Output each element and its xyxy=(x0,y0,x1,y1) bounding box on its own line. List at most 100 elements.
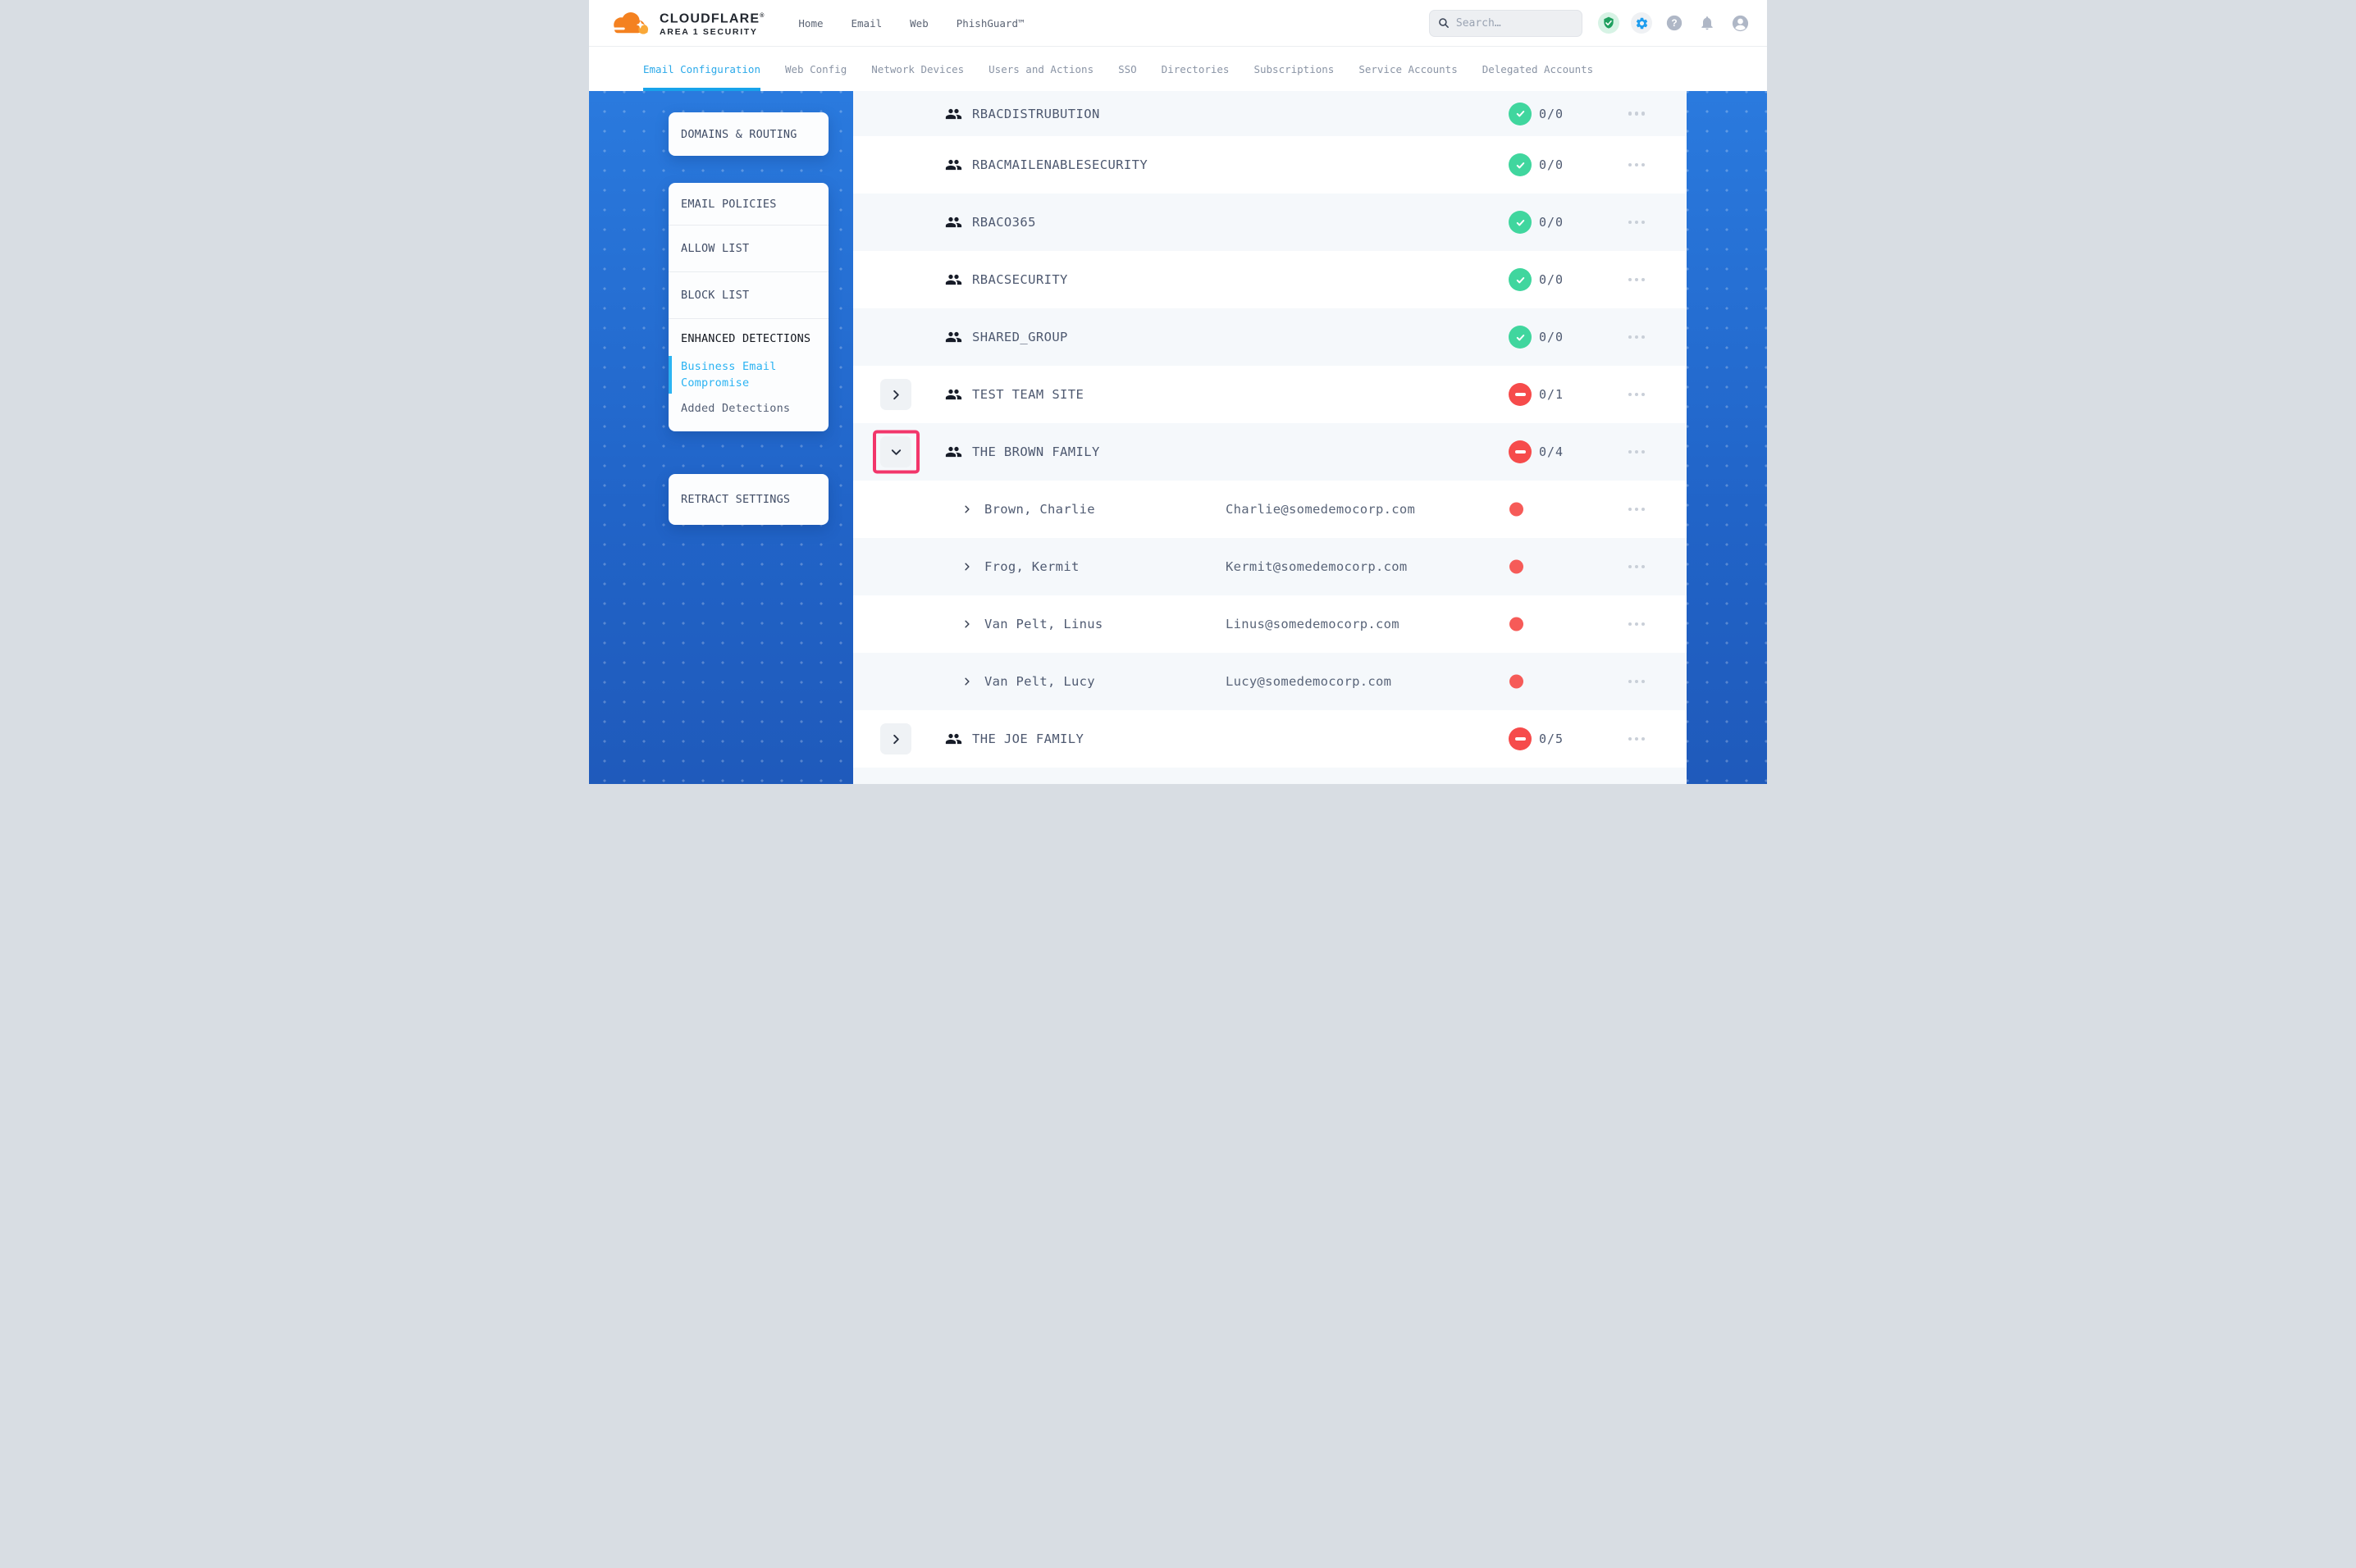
tab-web-config[interactable]: Web Config xyxy=(773,48,859,91)
trademark-mark: ® xyxy=(760,13,764,19)
member-email: Kermit@somedemocorp.com xyxy=(1226,559,1408,574)
help-icon: ? xyxy=(1665,14,1683,32)
group-icon xyxy=(945,105,962,122)
help-button[interactable]: ? xyxy=(1664,12,1685,34)
row-menu-button[interactable] xyxy=(1619,673,1655,690)
table-row[interactable]: TEST TEAM SITE 0/1 xyxy=(853,366,1687,423)
table-row[interactable]: RBACO365 0/0 xyxy=(853,194,1687,251)
table-row[interactable]: THE BROWN FAMILY 0/4 xyxy=(853,423,1687,481)
tab-service-accounts[interactable]: Service Accounts xyxy=(1346,48,1469,91)
notifications-button[interactable] xyxy=(1696,12,1718,34)
group-name: RBACMAILENABLESECURITY xyxy=(972,157,1148,172)
chevron-down-icon xyxy=(890,446,902,458)
member-row[interactable]: Frog, Kermit Kermit@somedemocorp.com xyxy=(853,538,1687,595)
member-row[interactable]: Van Pelt, Lucy Lucy@somedemocorp.com xyxy=(853,653,1687,710)
cloudflare-logo[interactable]: CLOUDFLARE® AREA 1 SECURITY xyxy=(608,8,764,39)
status-badge-blocked xyxy=(1509,727,1532,750)
row-menu-button[interactable] xyxy=(1619,106,1655,122)
search-box[interactable] xyxy=(1429,10,1582,37)
row-menu-button[interactable] xyxy=(1619,558,1655,575)
member-status-dot xyxy=(1509,560,1523,574)
header-nav-home[interactable]: Home xyxy=(798,17,823,30)
table-row[interactable]: THE JOE FAMILY 0/5 xyxy=(853,710,1687,768)
member-email: Charlie@somedemocorp.com xyxy=(1226,502,1415,517)
member-email: Lucy@somedemocorp.com xyxy=(1226,674,1391,689)
tab-delegated-accounts[interactable]: Delegated Accounts xyxy=(1470,48,1605,91)
status-badge-ok xyxy=(1509,326,1532,349)
collapse-button[interactable] xyxy=(880,436,911,467)
member-count: 0/0 xyxy=(1539,157,1564,172)
member-name: Van Pelt, Lucy xyxy=(984,674,1095,689)
minus-icon xyxy=(1515,737,1526,741)
tab-users-and-actions[interactable]: Users and Actions xyxy=(976,48,1106,91)
settings-button[interactable] xyxy=(1631,12,1652,34)
header-nav-web[interactable]: Web xyxy=(910,17,929,30)
chevron-right-icon[interactable] xyxy=(962,619,972,629)
brand-subtitle: AREA 1 SECURITY xyxy=(660,27,764,37)
row-menu-button[interactable] xyxy=(1619,616,1655,632)
member-row[interactable]: Brown, Charlie Charlie@somedemocorp.com xyxy=(853,481,1687,538)
member-count: 0/0 xyxy=(1539,215,1564,230)
check-icon xyxy=(1514,159,1527,171)
tab-subscriptions[interactable]: Subscriptions xyxy=(1241,48,1346,91)
table-row[interactable]: RBACSECURITY 0/0 xyxy=(853,251,1687,308)
tab-sso[interactable]: SSO xyxy=(1106,48,1149,91)
check-icon xyxy=(1514,107,1527,120)
minus-icon xyxy=(1515,450,1526,454)
status-badge-blocked xyxy=(1509,383,1532,406)
row-menu-button[interactable] xyxy=(1619,444,1655,460)
row-menu-button[interactable] xyxy=(1619,271,1655,288)
tab-network-devices[interactable]: Network Devices xyxy=(859,48,976,91)
status-badge-ok xyxy=(1509,153,1532,176)
sidebar-item-retract-settings[interactable]: RETRACT SETTINGS xyxy=(669,474,829,525)
chevron-right-icon[interactable] xyxy=(962,562,972,572)
member-name: Van Pelt, Linus xyxy=(984,617,1103,631)
sidebar-item-enhanced-detections[interactable]: ENHANCED DETECTIONS xyxy=(681,330,819,347)
user-avatar-icon xyxy=(1731,14,1750,33)
table-row[interactable]: RBACDISTRUBUTION 0/0 xyxy=(853,91,1687,136)
status-badge-blocked xyxy=(1509,440,1532,463)
search-input[interactable] xyxy=(1456,17,1573,30)
header-nav: Home Email Web PhishGuard™ xyxy=(798,17,1024,30)
chevron-right-icon xyxy=(890,733,902,745)
chevron-right-icon[interactable] xyxy=(962,504,972,514)
svg-text:?: ? xyxy=(1671,17,1677,29)
groups-table: RBACDISTRUBUTION 0/0 RBACMAILENABLESECUR… xyxy=(853,91,1687,784)
group-icon xyxy=(945,444,962,461)
row-menu-button[interactable] xyxy=(1619,329,1655,345)
row-menu-button[interactable] xyxy=(1619,386,1655,403)
member-count: 0/0 xyxy=(1539,272,1564,287)
group-name: SHARED_GROUP xyxy=(972,330,1068,344)
member-count: 0/5 xyxy=(1539,732,1564,746)
settings-tab-bar: Email Configuration Web Config Network D… xyxy=(589,48,1767,91)
expand-button[interactable] xyxy=(880,379,911,410)
shield-check-icon xyxy=(1602,16,1615,30)
cloudflare-cloud-icon xyxy=(608,8,652,39)
table-row[interactable]: SHARED_GROUP 0/0 xyxy=(853,308,1687,366)
tab-email-configuration[interactable]: Email Configuration xyxy=(631,48,773,91)
table-row[interactable]: RBACMAILENABLESECURITY 0/0 xyxy=(853,136,1687,194)
group-icon xyxy=(945,271,962,289)
member-count: 0/0 xyxy=(1539,107,1564,121)
expand-button[interactable] xyxy=(880,723,911,754)
header-nav-email[interactable]: Email xyxy=(852,17,883,30)
row-menu-button[interactable] xyxy=(1619,731,1655,747)
row-menu-button[interactable] xyxy=(1619,157,1655,173)
tab-directories[interactable]: Directories xyxy=(1149,48,1242,91)
member-row[interactable]: Van Pelt, Linus Linus@somedemocorp.com xyxy=(853,595,1687,653)
row-menu-button[interactable] xyxy=(1619,501,1655,517)
chevron-right-icon[interactable] xyxy=(962,677,972,686)
row-menu-button[interactable] xyxy=(1619,214,1655,230)
header-right: ? xyxy=(1429,10,1751,37)
sidebar-item-email-policies[interactable]: EMAIL POLICIES xyxy=(669,183,829,225)
sidebar-item-allow-list[interactable]: ALLOW LIST xyxy=(669,226,829,271)
header-nav-phishguard[interactable]: PhishGuard™ xyxy=(957,17,1025,30)
sidebar-item-added-detections[interactable]: Added Detections xyxy=(681,402,819,415)
group-icon xyxy=(945,386,962,403)
security-status-button[interactable] xyxy=(1598,12,1619,34)
account-button[interactable] xyxy=(1729,12,1751,34)
sidebar-item-domains-routing[interactable]: DOMAINS & ROUTING xyxy=(669,112,829,156)
page-background: DOMAINS & ROUTING EMAIL POLICIES ALLOW L… xyxy=(589,91,1767,784)
sidebar-item-business-email-compromise[interactable]: Business Email Compromise xyxy=(681,358,788,391)
sidebar-item-block-list[interactable]: BLOCK LIST xyxy=(669,272,829,318)
